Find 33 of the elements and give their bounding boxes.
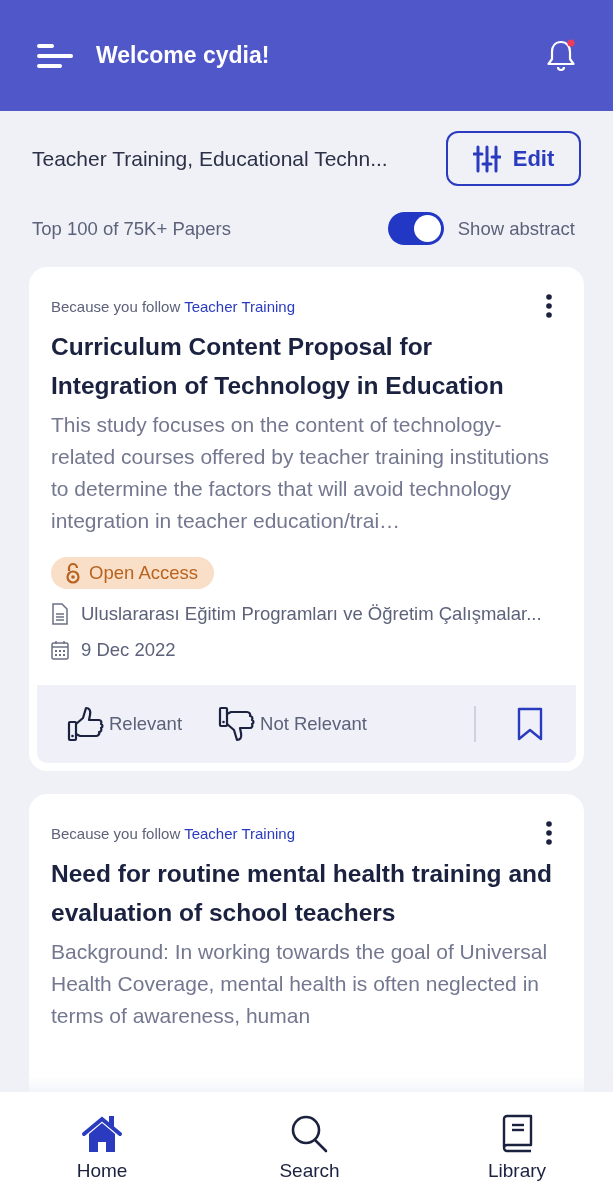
- abstract-toggle[interactable]: [387, 212, 444, 245]
- toggle-label: Show abstract: [457, 217, 575, 240]
- calendar-icon: [51, 640, 69, 660]
- nav-tab[interactable]: Library: [467, 1092, 567, 1200]
- followed-topics: Teacher Training, Educational Techn...: [32, 146, 388, 171]
- not-relevant-button[interactable]: Not Relevant: [218, 705, 367, 743]
- open-access-badge: Open Access: [51, 557, 214, 589]
- follow-reason: Because you follow Teacher Training: [51, 297, 296, 315]
- nav-tab[interactable]: Search: [259, 1092, 360, 1200]
- paper-title[interactable]: Curriculum Content Proposal for Integration of Technology in Education: [37, 319, 576, 405]
- nav-tab[interactable]: Home: [52, 1092, 152, 1200]
- relevant-button[interactable]: Relevant: [67, 705, 182, 743]
- paper-abstract: Background: In working towards the goal of Universal Health Coverage, mental health is often neglected in terms of awareness, human: [50, 939, 549, 1029]
- welcome-title: Welcome cydia!: [96, 42, 271, 69]
- paper-title[interactable]: Need for routine mental health training and evaluation of school teachers: [37, 846, 576, 932]
- menu-icon[interactable]: [36, 42, 74, 69]
- paper-count: Top 100 of 75K+ Papers: [32, 217, 232, 240]
- home-icon: [81, 1114, 123, 1154]
- publication-date: 9 Dec 2022: [81, 639, 176, 661]
- thumbs-up-icon: [67, 705, 105, 743]
- bookmark-icon[interactable]: [516, 707, 544, 741]
- sliders-icon: [472, 143, 501, 174]
- journal-name: Uluslararası Eğitim Programları ve Öğretim Çalışmalar...: [81, 603, 542, 625]
- search-icon: [289, 1114, 330, 1154]
- paper-abstract: This study focuses on the content of technology-related courses offered by teacher training institutions to determine the factors that will avoid technology integration in teacher education/trai…: [50, 412, 551, 534]
- more-options-icon[interactable]: [544, 820, 554, 846]
- thumbs-down-icon: [218, 705, 256, 743]
- more-options-icon[interactable]: [544, 293, 554, 319]
- edit-button[interactable]: Edit: [446, 131, 581, 186]
- document-icon: [51, 603, 69, 625]
- book-icon: [500, 1114, 534, 1154]
- open-lock-icon: [65, 562, 81, 584]
- follow-reason: Because you follow Teacher Training: [51, 824, 296, 842]
